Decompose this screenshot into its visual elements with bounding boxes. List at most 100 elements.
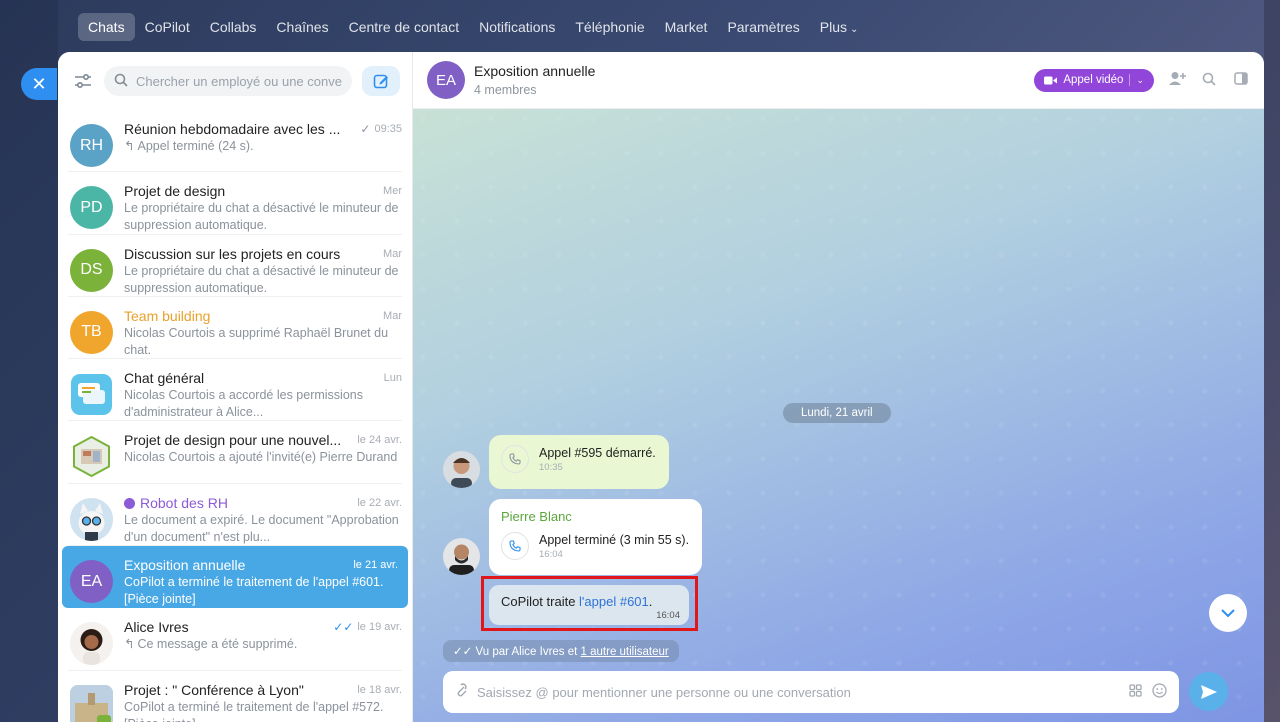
chat-item-exposition[interactable]: EA Exposition annuelle le 21 avr. CoPilo… <box>62 546 408 609</box>
chat-main: EA Exposition annuelle 4 membres Appel v… <box>413 52 1264 722</box>
filter-icon[interactable] <box>72 70 94 92</box>
nav-market[interactable]: Market <box>655 13 718 41</box>
date-separator: Lundi, 21 avril <box>783 403 891 423</box>
alice-avatar <box>70 622 113 666</box>
chat-avatar[interactable]: EA <box>427 61 465 99</box>
chat-item-conference-lyon[interactable]: Projet : " Conférence à Lyon" le 18 avr.… <box>58 671 412 722</box>
chat-time: le 22 avr. <box>357 496 402 509</box>
message-input[interactable] <box>477 684 1119 700</box>
chat-title: Alice Ivres <box>124 619 189 636</box>
apps-grid-icon[interactable] <box>1129 684 1142 700</box>
chat-item-reunion[interactable]: RH Réunion hebdomadaire avec les ... ✓ 09… <box>58 110 412 173</box>
nav-contact-center[interactable]: Centre de contact <box>339 13 470 41</box>
messenger-window: RH Réunion hebdomadaire avec les ... ✓09… <box>58 52 1264 722</box>
message-call-started: Appel #595 démarré. 10:35 <box>489 435 669 489</box>
check-icon: ✓ <box>360 122 371 136</box>
paperclip-icon[interactable] <box>455 682 467 702</box>
phone-icon <box>501 445 529 473</box>
reply-icon: ↰ <box>124 637 135 652</box>
chat-time: Mar <box>383 247 402 260</box>
chat-time: le 21 avr. <box>353 559 398 572</box>
compose-button[interactable] <box>362 66 400 96</box>
message-time: 10:35 <box>539 461 563 473</box>
chat-item-projet-nouvel[interactable]: Projet de design pour une nouvel... le 2… <box>58 421 412 484</box>
chat-title: Robot des RH <box>140 494 228 511</box>
chat-preview: Nicolas Courtois a accordé les permissio… <box>124 388 363 420</box>
seen-others-link[interactable]: 1 autre utilisateur <box>581 646 669 658</box>
chat-title: Exposition annuelle <box>124 557 246 574</box>
message-call-ended: Pierre Blanc Appel terminé (3 min 55 s).… <box>489 499 702 575</box>
user-avatar[interactable] <box>443 451 480 488</box>
pierre-avatar[interactable] <box>443 538 480 575</box>
top-navigation: Chats CoPilot Collabs Chaînes Centre de … <box>78 12 868 42</box>
chat-item-projet-design[interactable]: PD Projet de design Mer Le propriétaire … <box>58 172 412 235</box>
chat-title: Projet : " Conférence à Lyon" <box>124 681 304 698</box>
chat-item-robot-rh[interactable]: Robot des RH le 22 avr. Le document a ex… <box>58 484 412 547</box>
nav-chats[interactable]: Chats <box>78 13 135 41</box>
close-icon: ✕ <box>31 73 47 94</box>
scroll-down-button[interactable] <box>1209 594 1247 632</box>
nav-collabs[interactable]: Collabs <box>200 13 267 41</box>
background-strip <box>0 0 58 722</box>
double-check-icon: ✓✓ <box>453 646 473 658</box>
chat-sidebar: RH Réunion hebdomadaire avec les ... ✓09… <box>58 52 413 722</box>
message-composer <box>443 671 1179 713</box>
close-button[interactable]: ✕ <box>21 68 57 100</box>
chat-item-alice[interactable]: Alice Ivres ✓✓ le 19 avr. ↰ Ce message a é… <box>58 608 412 671</box>
nav-notifications[interactable]: Notifications <box>469 13 565 41</box>
nav-settings[interactable]: Paramètres <box>717 13 809 41</box>
video-call-button[interactable]: Appel vidéo ⌄ <box>1034 68 1154 92</box>
chevron-down-icon <box>1221 608 1235 617</box>
sender-name[interactable]: Pierre Blanc <box>501 509 690 524</box>
avatar: DS <box>70 248 113 292</box>
avatar: EA <box>70 560 113 604</box>
call-text: Appel terminé (3 min 55 s). <box>539 532 690 547</box>
video-camera-icon <box>1044 76 1058 84</box>
robot-icon <box>124 497 135 509</box>
chat-list: RH Réunion hebdomadaire avec les ... ✓ 09… <box>58 110 412 722</box>
chat-item-general[interactable]: Chat général Lun Nicolas Courtois a acco… <box>58 359 412 422</box>
phone-icon <box>501 532 529 560</box>
call-text: Appel #595 démarré. <box>539 445 656 460</box>
emoji-icon[interactable] <box>1152 683 1167 701</box>
avatar: TB <box>70 310 113 354</box>
reply-icon: ↰ <box>124 139 135 153</box>
chat-item-discussion[interactable]: DS Discussion sur les projets en cours M… <box>58 235 412 297</box>
chat-time: Mer <box>383 185 402 198</box>
nav-more[interactable]: Plus ⌄ <box>810 13 869 41</box>
chat-title: Projet de design <box>124 183 226 200</box>
chat-title: Discussion sur les projets en cours <box>124 245 341 262</box>
chat-title[interactable]: Exposition annuelle <box>474 63 595 79</box>
chevron-down-icon[interactable]: ⌄ <box>1136 75 1144 86</box>
chat-preview: Le propriétaire du chat a désactivé le m… <box>124 201 399 233</box>
seen-text: Vu par Alice Ivres et <box>475 646 581 658</box>
chat-title: Projet de design pour une nouvel... <box>124 432 342 449</box>
robot-avatar <box>70 497 113 541</box>
add-user-icon[interactable] <box>1168 71 1186 89</box>
chat-preview: Le document a expiré. Le document "Appro… <box>124 512 399 544</box>
general-chat-icon <box>70 373 113 416</box>
nav-telephony[interactable]: Téléphonie <box>565 13 654 41</box>
sidebar-header <box>58 52 412 110</box>
chat-preview: Nicolas Courtois a ajouté l'invité(e) Pi… <box>124 450 398 465</box>
chat-item-team-building[interactable]: TB Team building Mar Nicolas Courtois a … <box>58 297 412 360</box>
double-check-icon: ✓✓ <box>333 620 354 635</box>
chat-time: 09:35 <box>374 123 402 135</box>
sidebar-panel-icon[interactable] <box>1232 72 1250 88</box>
message-area: Lundi, 21 avril Appel #595 démarré. 10:3… <box>413 109 1264 722</box>
chat-preview: Nicolas Courtois a supprimé Raphaël Brun… <box>124 325 389 357</box>
search-icon[interactable] <box>1200 72 1218 89</box>
chat-time: Mar <box>383 309 402 322</box>
search-box <box>104 66 352 96</box>
members-count[interactable]: 4 membres <box>474 83 595 97</box>
send-button[interactable] <box>1189 672 1228 711</box>
search-input[interactable] <box>136 73 342 89</box>
message-time: 16:04 <box>539 548 563 560</box>
project-hexagon-icon <box>70 435 113 478</box>
chat-time: le 19 avr. <box>357 621 402 634</box>
nav-chaines[interactable]: Chaînes <box>266 13 338 41</box>
seen-status: ✓✓ Vu par Alice Ivres et 1 autre utilisa… <box>443 640 679 662</box>
nav-copilot[interactable]: CoPilot <box>135 13 200 41</box>
divider <box>1129 74 1131 86</box>
edit-icon <box>373 74 388 89</box>
